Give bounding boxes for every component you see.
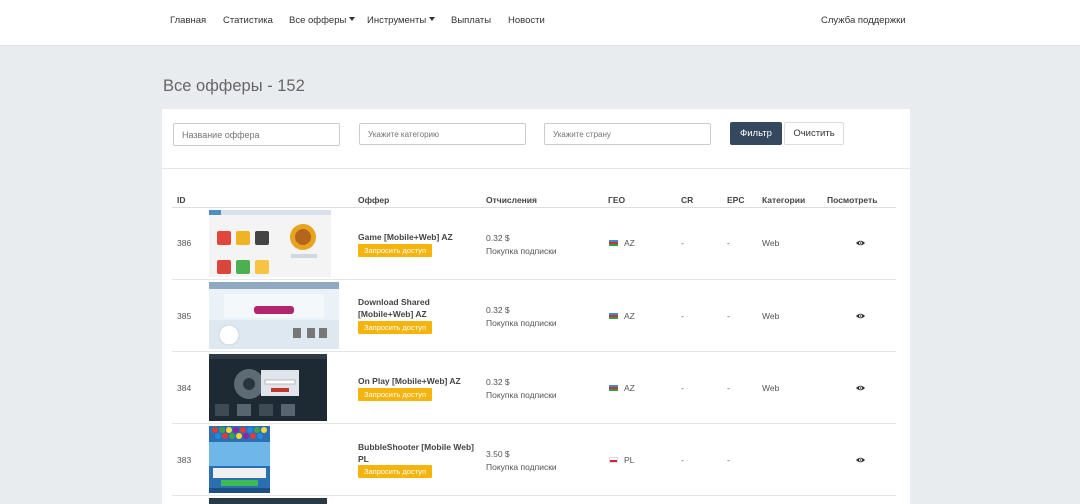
cr-value: -: [681, 311, 684, 321]
offer-thumbnail[interactable]: [209, 426, 270, 493]
offer-thumbnail[interactable]: [209, 354, 327, 421]
flag-az-icon: [609, 240, 618, 246]
eye-icon[interactable]: [856, 457, 865, 463]
eye-icon[interactable]: [856, 385, 865, 391]
table-row: 386 Game [Mobile+Web] AZ Запросить досту…: [172, 208, 896, 280]
geo-code: AZ: [624, 383, 635, 393]
geo-code: AZ: [624, 311, 635, 321]
nav-tools-label: Инструменты: [367, 15, 427, 26]
table-row: 383 BubbleShooter [Mobile Web] PL Запрос…: [172, 424, 896, 496]
column-header-geo: ГЕО: [608, 195, 626, 205]
cr-value: -: [681, 238, 684, 248]
offer-thumbnail[interactable]: [209, 498, 327, 504]
nav-all-offers-label: Все офферы: [289, 15, 347, 26]
offer-id: 385: [177, 311, 192, 321]
payout: 0.32 $ Покупка подписки: [486, 376, 557, 402]
cr-value: -: [681, 455, 684, 465]
top-navbar: Главная Статистика Все офферы Инструмент…: [0, 0, 1080, 46]
payout-type: Покупка подписки: [486, 390, 557, 400]
offer-thumbnail[interactable]: [209, 210, 331, 277]
payout: 3.50 $ Покупка подписки: [486, 448, 557, 474]
offer-name[interactable]: On Play [Mobile+Web] AZ: [358, 375, 484, 387]
payout-type: Покупка подписки: [486, 318, 557, 328]
payout-amount: 3.50 $: [486, 449, 510, 459]
caret-down-icon: [349, 17, 356, 21]
category-value: Web: [762, 238, 780, 248]
request-access-button[interactable]: Запросить доступ: [358, 465, 432, 478]
offer-id: 383: [177, 455, 192, 465]
nav-payouts[interactable]: Выплаты: [451, 15, 491, 26]
payout-type: Покупка подписки: [486, 462, 557, 472]
nav-support[interactable]: Служба поддержки: [821, 15, 906, 26]
offer-name-input[interactable]: [173, 123, 340, 146]
epc-value: -: [727, 455, 730, 465]
request-access-button[interactable]: Запросить доступ: [358, 321, 432, 334]
payout-amount: 0.32 $: [486, 377, 510, 387]
cr-value: -: [681, 383, 684, 393]
table-row: 384 On Play [Mobile+Web] AZ Запросить до…: [172, 352, 896, 424]
category-value: Web: [762, 383, 780, 393]
offer-id: 386: [177, 238, 192, 248]
column-header-epc: EPC: [727, 195, 745, 205]
country-input[interactable]: [544, 123, 711, 145]
flag-az-icon: [609, 313, 618, 319]
payout-amount: 0.32 $: [486, 305, 510, 315]
epc-value: -: [727, 311, 730, 321]
flag-az-icon: [609, 385, 618, 391]
category-value: Web: [762, 311, 780, 321]
page-title: Все офферы - 152: [163, 77, 305, 95]
offer-thumbnail[interactable]: [209, 282, 339, 349]
flag-pl-icon: [609, 457, 618, 463]
eye-icon[interactable]: [856, 240, 865, 246]
column-header-offer: Оффер: [358, 195, 390, 205]
table-row: 385 Download Shared [Mobile+Web] AZ Запр…: [172, 280, 896, 352]
epc-value: -: [727, 238, 730, 248]
geo-code: AZ: [624, 238, 635, 248]
nav-statistics[interactable]: Статистика: [223, 15, 273, 26]
payout: 0.32 $ Покупка подписки: [486, 232, 557, 258]
column-header-categories: Категории: [762, 195, 806, 205]
column-header-id: ID: [177, 195, 186, 205]
payout-amount: 0.32 $: [486, 233, 510, 243]
offer-id: 384: [177, 383, 192, 393]
request-access-button[interactable]: Запросить доступ: [358, 388, 432, 401]
nav-news[interactable]: Новости: [508, 15, 545, 26]
payout: 0.32 $ Покупка подписки: [486, 304, 557, 330]
category-input[interactable]: [359, 123, 526, 145]
payout-type: Покупка подписки: [486, 246, 557, 256]
offer-name[interactable]: Game [Mobile+Web] AZ: [358, 231, 484, 243]
offers-card: Фильтр Очистить ID Оффер Отчисления ГЕО …: [162, 109, 910, 504]
offer-name[interactable]: Download Shared [Mobile+Web] AZ: [358, 296, 484, 320]
eye-icon[interactable]: [856, 313, 865, 319]
filter-button[interactable]: Фильтр: [730, 122, 782, 145]
nav-tools[interactable]: Инструменты: [367, 15, 436, 26]
filter-divider: [162, 168, 910, 169]
column-header-cr: CR: [681, 195, 694, 205]
clear-button[interactable]: Очистить: [784, 122, 844, 145]
epc-value: -: [727, 383, 730, 393]
nav-all-offers[interactable]: Все офферы: [289, 15, 356, 26]
caret-down-icon: [429, 17, 436, 21]
geo-code: PL: [624, 455, 635, 465]
offer-name[interactable]: BubbleShooter [Mobile Web] PL: [358, 441, 484, 465]
request-access-button[interactable]: Запросить доступ: [358, 244, 432, 257]
column-header-view: Посмотреть: [827, 195, 878, 205]
nav-home[interactable]: Главная: [170, 15, 206, 26]
table-row: [172, 496, 896, 504]
column-header-payout: Отчисления: [486, 195, 537, 205]
